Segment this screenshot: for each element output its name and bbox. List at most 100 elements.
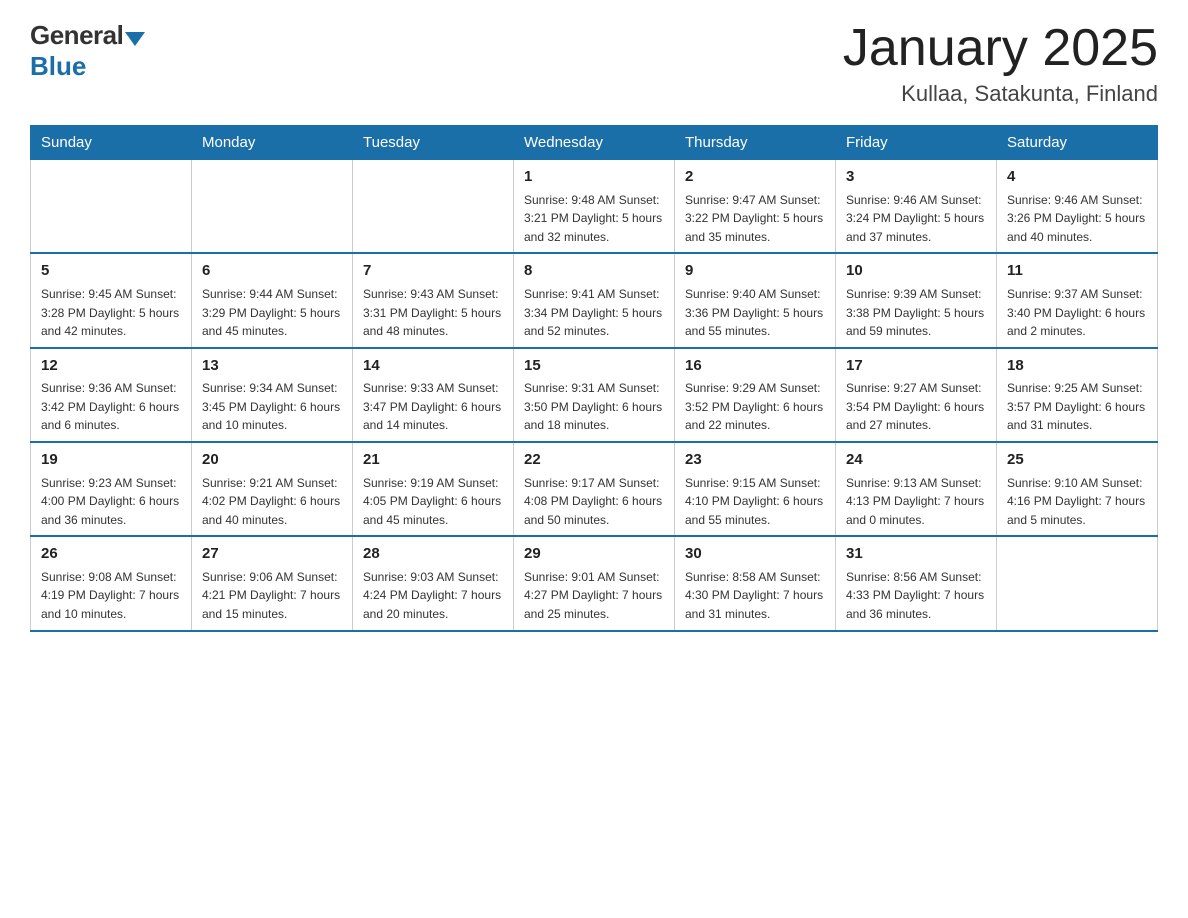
calendar-cell: 16Sunrise: 9:29 AM Sunset: 3:52 PM Dayli… <box>675 348 836 442</box>
day-info: Sunrise: 9:29 AM Sunset: 3:52 PM Dayligh… <box>685 379 825 435</box>
calendar-cell: 14Sunrise: 9:33 AM Sunset: 3:47 PM Dayli… <box>353 348 514 442</box>
calendar-cell: 11Sunrise: 9:37 AM Sunset: 3:40 PM Dayli… <box>997 253 1158 347</box>
day-number: 9 <box>685 260 825 283</box>
calendar-cell: 10Sunrise: 9:39 AM Sunset: 3:38 PM Dayli… <box>836 253 997 347</box>
day-number: 1 <box>524 166 664 189</box>
day-number: 26 <box>41 543 181 566</box>
day-header-tuesday: Tuesday <box>353 126 514 160</box>
day-info: Sunrise: 9:17 AM Sunset: 4:08 PM Dayligh… <box>524 474 664 530</box>
day-info: Sunrise: 9:08 AM Sunset: 4:19 PM Dayligh… <box>41 568 181 624</box>
day-number: 19 <box>41 449 181 472</box>
day-number: 10 <box>846 260 986 283</box>
calendar-cell: 24Sunrise: 9:13 AM Sunset: 4:13 PM Dayli… <box>836 442 997 536</box>
day-number: 4 <box>1007 166 1147 189</box>
day-number: 11 <box>1007 260 1147 283</box>
day-number: 30 <box>685 543 825 566</box>
logo-arrow-icon <box>125 32 145 46</box>
calendar-table: SundayMondayTuesdayWednesdayThursdayFrid… <box>30 125 1158 631</box>
calendar-cell: 20Sunrise: 9:21 AM Sunset: 4:02 PM Dayli… <box>192 442 353 536</box>
day-number: 23 <box>685 449 825 472</box>
day-number: 8 <box>524 260 664 283</box>
day-info: Sunrise: 9:25 AM Sunset: 3:57 PM Dayligh… <box>1007 379 1147 435</box>
day-info: Sunrise: 9:37 AM Sunset: 3:40 PM Dayligh… <box>1007 285 1147 341</box>
calendar-cell: 17Sunrise: 9:27 AM Sunset: 3:54 PM Dayli… <box>836 348 997 442</box>
calendar-header: SundayMondayTuesdayWednesdayThursdayFrid… <box>31 126 1158 160</box>
day-info: Sunrise: 9:13 AM Sunset: 4:13 PM Dayligh… <box>846 474 986 530</box>
day-info: Sunrise: 8:56 AM Sunset: 4:33 PM Dayligh… <box>846 568 986 624</box>
calendar-cell: 23Sunrise: 9:15 AM Sunset: 4:10 PM Dayli… <box>675 442 836 536</box>
day-info: Sunrise: 9:15 AM Sunset: 4:10 PM Dayligh… <box>685 474 825 530</box>
day-info: Sunrise: 9:27 AM Sunset: 3:54 PM Dayligh… <box>846 379 986 435</box>
day-number: 14 <box>363 355 503 378</box>
week-row-4: 19Sunrise: 9:23 AM Sunset: 4:00 PM Dayli… <box>31 442 1158 536</box>
day-info: Sunrise: 9:34 AM Sunset: 3:45 PM Dayligh… <box>202 379 342 435</box>
day-number: 16 <box>685 355 825 378</box>
day-number: 7 <box>363 260 503 283</box>
week-row-5: 26Sunrise: 9:08 AM Sunset: 4:19 PM Dayli… <box>31 536 1158 630</box>
calendar-cell: 25Sunrise: 9:10 AM Sunset: 4:16 PM Dayli… <box>997 442 1158 536</box>
day-info: Sunrise: 9:36 AM Sunset: 3:42 PM Dayligh… <box>41 379 181 435</box>
day-info: Sunrise: 9:19 AM Sunset: 4:05 PM Dayligh… <box>363 474 503 530</box>
calendar-cell: 22Sunrise: 9:17 AM Sunset: 4:08 PM Dayli… <box>514 442 675 536</box>
day-number: 31 <box>846 543 986 566</box>
calendar-cell: 4Sunrise: 9:46 AM Sunset: 3:26 PM Daylig… <box>997 160 1158 254</box>
logo-blue-text: Blue <box>30 51 86 82</box>
calendar-cell: 5Sunrise: 9:45 AM Sunset: 3:28 PM Daylig… <box>31 253 192 347</box>
day-info: Sunrise: 9:03 AM Sunset: 4:24 PM Dayligh… <box>363 568 503 624</box>
day-number: 22 <box>524 449 664 472</box>
day-info: Sunrise: 9:41 AM Sunset: 3:34 PM Dayligh… <box>524 285 664 341</box>
day-number: 20 <box>202 449 342 472</box>
day-number: 17 <box>846 355 986 378</box>
day-info: Sunrise: 9:44 AM Sunset: 3:29 PM Dayligh… <box>202 285 342 341</box>
calendar-cell: 27Sunrise: 9:06 AM Sunset: 4:21 PM Dayli… <box>192 536 353 630</box>
calendar-cell <box>353 160 514 254</box>
week-row-2: 5Sunrise: 9:45 AM Sunset: 3:28 PM Daylig… <box>31 253 1158 347</box>
day-info: Sunrise: 9:01 AM Sunset: 4:27 PM Dayligh… <box>524 568 664 624</box>
calendar-cell: 18Sunrise: 9:25 AM Sunset: 3:57 PM Dayli… <box>997 348 1158 442</box>
day-info: Sunrise: 9:21 AM Sunset: 4:02 PM Dayligh… <box>202 474 342 530</box>
day-header-monday: Monday <box>192 126 353 160</box>
day-number: 21 <box>363 449 503 472</box>
day-header-friday: Friday <box>836 126 997 160</box>
week-row-1: 1Sunrise: 9:48 AM Sunset: 3:21 PM Daylig… <box>31 160 1158 254</box>
logo: General Blue <box>30 20 145 82</box>
day-number: 13 <box>202 355 342 378</box>
calendar-cell: 7Sunrise: 9:43 AM Sunset: 3:31 PM Daylig… <box>353 253 514 347</box>
calendar-cell: 26Sunrise: 9:08 AM Sunset: 4:19 PM Dayli… <box>31 536 192 630</box>
calendar-cell: 29Sunrise: 9:01 AM Sunset: 4:27 PM Dayli… <box>514 536 675 630</box>
day-number: 5 <box>41 260 181 283</box>
calendar-cell: 19Sunrise: 9:23 AM Sunset: 4:00 PM Dayli… <box>31 442 192 536</box>
week-row-3: 12Sunrise: 9:36 AM Sunset: 3:42 PM Dayli… <box>31 348 1158 442</box>
day-header-sunday: Sunday <box>31 126 192 160</box>
day-info: Sunrise: 9:33 AM Sunset: 3:47 PM Dayligh… <box>363 379 503 435</box>
day-number: 24 <box>846 449 986 472</box>
day-headers-row: SundayMondayTuesdayWednesdayThursdayFrid… <box>31 126 1158 160</box>
day-number: 15 <box>524 355 664 378</box>
day-header-wednesday: Wednesday <box>514 126 675 160</box>
day-number: 27 <box>202 543 342 566</box>
page-header: General Blue January 2025 Kullaa, Sataku… <box>30 20 1158 107</box>
day-info: Sunrise: 9:31 AM Sunset: 3:50 PM Dayligh… <box>524 379 664 435</box>
day-number: 18 <box>1007 355 1147 378</box>
day-number: 25 <box>1007 449 1147 472</box>
day-info: Sunrise: 9:48 AM Sunset: 3:21 PM Dayligh… <box>524 191 664 247</box>
day-info: Sunrise: 8:58 AM Sunset: 4:30 PM Dayligh… <box>685 568 825 624</box>
calendar-cell: 8Sunrise: 9:41 AM Sunset: 3:34 PM Daylig… <box>514 253 675 347</box>
calendar-cell: 9Sunrise: 9:40 AM Sunset: 3:36 PM Daylig… <box>675 253 836 347</box>
day-number: 28 <box>363 543 503 566</box>
day-info: Sunrise: 9:39 AM Sunset: 3:38 PM Dayligh… <box>846 285 986 341</box>
calendar-cell: 21Sunrise: 9:19 AM Sunset: 4:05 PM Dayli… <box>353 442 514 536</box>
day-info: Sunrise: 9:10 AM Sunset: 4:16 PM Dayligh… <box>1007 474 1147 530</box>
calendar-cell <box>31 160 192 254</box>
day-number: 29 <box>524 543 664 566</box>
calendar-cell: 13Sunrise: 9:34 AM Sunset: 3:45 PM Dayli… <box>192 348 353 442</box>
calendar-cell: 30Sunrise: 8:58 AM Sunset: 4:30 PM Dayli… <box>675 536 836 630</box>
day-number: 3 <box>846 166 986 189</box>
day-info: Sunrise: 9:47 AM Sunset: 3:22 PM Dayligh… <box>685 191 825 247</box>
day-info: Sunrise: 9:46 AM Sunset: 3:24 PM Dayligh… <box>846 191 986 247</box>
day-header-saturday: Saturday <box>997 126 1158 160</box>
calendar-cell: 1Sunrise: 9:48 AM Sunset: 3:21 PM Daylig… <box>514 160 675 254</box>
logo-general-text: General <box>30 20 123 51</box>
title-block: January 2025 Kullaa, Satakunta, Finland <box>843 20 1158 107</box>
day-number: 6 <box>202 260 342 283</box>
